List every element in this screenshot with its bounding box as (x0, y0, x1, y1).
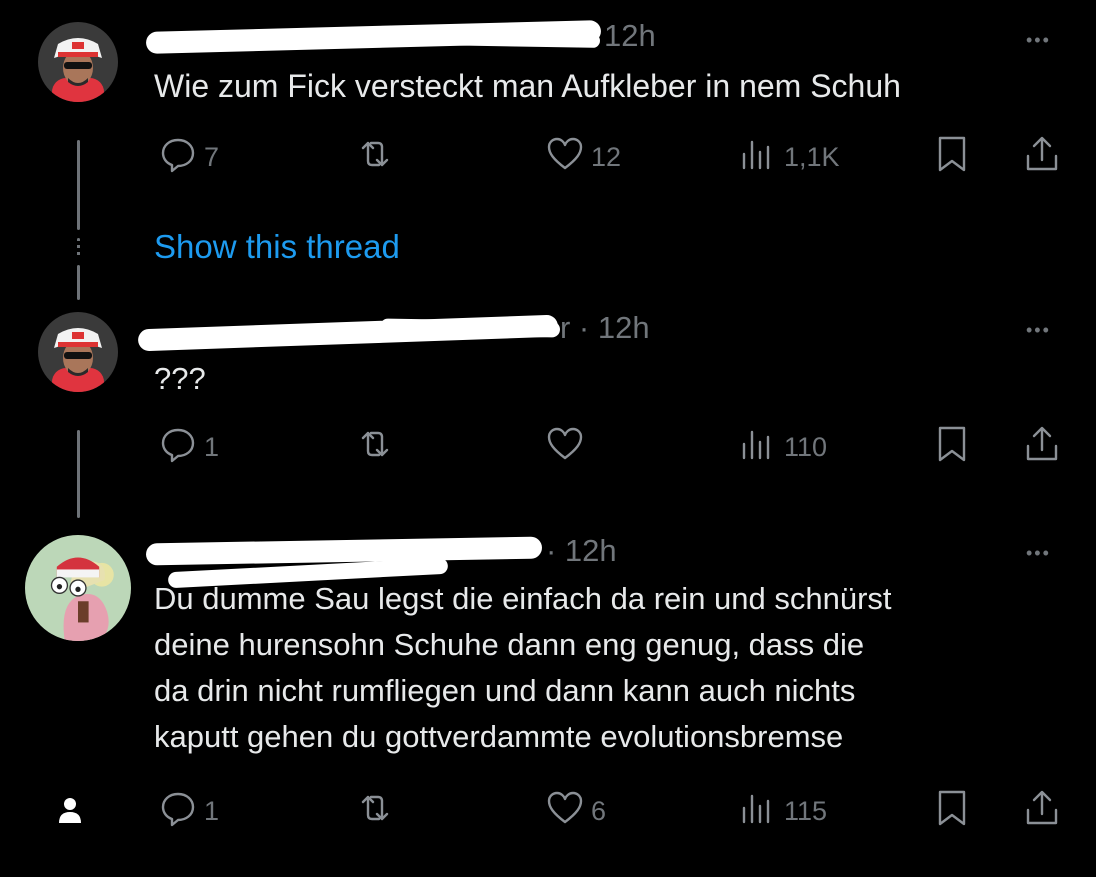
views-icon (738, 134, 778, 181)
tweet-time: r · 12h (560, 310, 650, 345)
reply-count: 1 (204, 796, 220, 826)
bookmark-button[interactable] (932, 134, 972, 181)
tweet-text: Wie zum Fick versteckt man Aufkleber in … (154, 68, 901, 104)
reply-icon (158, 134, 198, 181)
avatar[interactable] (38, 312, 118, 392)
retweet-button[interactable] (355, 788, 401, 835)
thread-line-mid (77, 265, 80, 300)
views-button[interactable]: 1,1K (738, 134, 840, 181)
more-options-button[interactable]: ••• (1026, 543, 1051, 564)
views-count: 110 (784, 432, 828, 462)
views-icon (738, 424, 778, 471)
reply-count: 1 (204, 432, 220, 462)
reply-count: 7 (204, 142, 220, 172)
more-options-button[interactable]: ••• (1026, 320, 1051, 341)
tweet-text-line: kaputt gehen du gottverdammte evolutions… (154, 719, 844, 754)
more-options-button[interactable]: ••• (1026, 30, 1051, 51)
show-thread-link[interactable]: Show this thread (154, 228, 400, 266)
tweet-text-line: da drin nicht rumfliegen und dann kann a… (154, 673, 856, 708)
reply-button[interactable]: 1 (158, 424, 219, 471)
like-button[interactable] (545, 424, 591, 471)
redacted-username (145, 536, 543, 566)
reply-icon (158, 424, 198, 471)
thread-line-top (77, 140, 80, 230)
person-icon[interactable] (56, 795, 84, 825)
share-button[interactable] (1022, 134, 1062, 181)
like-button[interactable]: 6 (545, 788, 606, 835)
retweet-icon (355, 134, 395, 181)
reply-icon (158, 788, 198, 835)
bookmark-icon (932, 134, 972, 181)
views-button[interactable]: 115 (738, 788, 827, 835)
thread-line-dotted (77, 238, 80, 258)
retweet-button[interactable] (355, 134, 401, 181)
heart-icon (545, 788, 585, 835)
bookmark-icon (932, 788, 972, 835)
avatar[interactable] (25, 535, 131, 641)
retweet-icon (355, 788, 395, 835)
reply-button[interactable]: 7 (158, 134, 219, 181)
like-count: 6 (591, 796, 607, 826)
redacted-handle (379, 318, 561, 338)
like-count: 12 (591, 142, 622, 172)
bookmark-button[interactable] (932, 788, 972, 835)
views-button[interactable]: 110 (738, 424, 827, 471)
tweet-text: ??? (154, 361, 206, 396)
like-button[interactable]: 12 (545, 134, 621, 181)
heart-icon (545, 424, 585, 471)
reply-button[interactable]: 1 (158, 788, 219, 835)
share-button[interactable] (1022, 788, 1062, 835)
share-icon (1022, 788, 1062, 835)
views-icon (738, 788, 778, 835)
views-count: 115 (784, 796, 828, 826)
bookmark-icon (932, 424, 972, 471)
retweet-icon (355, 424, 395, 471)
share-icon (1022, 424, 1062, 471)
share-button[interactable] (1022, 424, 1062, 471)
tweet-time: 12h (604, 18, 656, 53)
views-count: 1,1K (784, 142, 840, 172)
tweet-text-line: Du dumme Sau legst die einfach da rein u… (154, 581, 892, 616)
tweet-text: Du dumme Sau legst die einfach da rein u… (154, 576, 892, 760)
share-icon (1022, 134, 1062, 181)
tweet-text-line: deine hurensohn Schuhe dann eng genug, d… (154, 627, 865, 662)
tweet-time: · 12h (546, 533, 617, 568)
thread-line-bottom (77, 430, 80, 518)
retweet-button[interactable] (355, 424, 401, 471)
avatar[interactable] (38, 22, 118, 102)
bookmark-button[interactable] (932, 424, 972, 471)
heart-icon (545, 134, 585, 181)
